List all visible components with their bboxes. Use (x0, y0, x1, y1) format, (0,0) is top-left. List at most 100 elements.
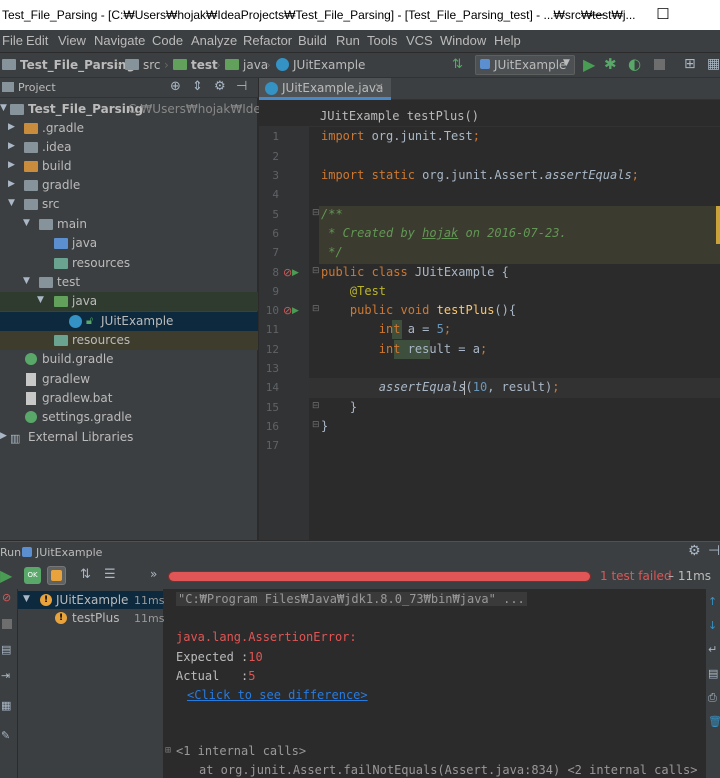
tree-item-gradle[interactable]: ▶ gradle (0, 176, 258, 195)
fold-icon[interactable]: ⊟ (312, 266, 320, 276)
tree-item-settings-gradle[interactable]: settings.gradle (0, 408, 258, 427)
tab-junitexample[interactable]: JUitExample.java × (259, 78, 391, 100)
tree-item-gradlew-bat[interactable]: gradlew.bat (0, 389, 258, 408)
test-failed-icon[interactable]: ⊘ (283, 266, 292, 279)
run-icon[interactable]: ▶ (583, 55, 595, 74)
console-actual: Actual :5 (176, 669, 256, 683)
debug-icon[interactable]: ✱ (604, 55, 617, 73)
sort-duration-icon[interactable]: ☰ (104, 567, 116, 582)
exit-icon[interactable]: ⇥ (1, 669, 10, 682)
show-passed-icon[interactable]: OK (24, 567, 41, 584)
layout-icon[interactable]: ▤ (1, 643, 11, 656)
test-suite-row[interactable]: ▼ ! JUitExample 11ms (18, 591, 164, 609)
menu-tools[interactable]: Tools (367, 33, 397, 48)
tree-item-main[interactable]: ▼ main (0, 215, 258, 234)
menu-code[interactable]: Code (152, 33, 183, 48)
test-failed-icon[interactable]: ⊘ (283, 304, 292, 317)
test-folder-icon (54, 296, 68, 307)
divider (259, 126, 720, 127)
trash-icon[interactable]: 🗑︎ (708, 715, 720, 728)
tree-item-src[interactable]: ▼ src (0, 195, 258, 214)
show-ignored-button[interactable] (47, 566, 66, 585)
up-arrow-icon[interactable]: ↑ (708, 595, 717, 608)
wrap-icon[interactable]: ↵ (708, 643, 717, 656)
run-config-tab[interactable]: JUitExample (36, 546, 102, 559)
console-output[interactable]: "C:₩Program Files₩Java₩jdk1.8.0_73₩bin₩j… (165, 589, 706, 778)
more-icon[interactable]: » (150, 567, 157, 581)
print-icon[interactable]: ⎙ (708, 691, 717, 705)
pin-icon[interactable]: ✎ (1, 729, 10, 742)
run-gutter-icon[interactable]: ▶ (292, 306, 299, 316)
test-failed-icon[interactable]: ⊘ (2, 591, 11, 604)
scroll-end-icon[interactable]: ▤ (708, 667, 718, 680)
test-case-row[interactable]: ! testPlus 11ms (18, 609, 164, 627)
tree-item-test-resources[interactable]: resources (0, 331, 258, 350)
maximize-button[interactable]: ☐ (640, 0, 686, 30)
minimize-button[interactable]: — (574, 0, 620, 30)
window-titlebar: Test_File_Parsing - [C:₩Users₩hojak₩Idea… (0, 0, 720, 30)
folder-icon (24, 123, 38, 134)
fold-icon[interactable]: ⊞ (165, 745, 171, 756)
fold-icon[interactable]: ⊟ (312, 420, 320, 430)
fold-icon[interactable]: ⊟ (312, 304, 320, 314)
click-to-see-difference-link[interactable]: <Click to see difference> (187, 688, 368, 702)
stop-icon[interactable] (2, 619, 12, 629)
menu-view[interactable]: View (58, 33, 86, 48)
close-icon[interactable]: × (374, 80, 384, 94)
lock-icon: 🔓︎ (86, 314, 94, 327)
stop-icon[interactable] (654, 59, 665, 70)
test-results-tree: ▼ ! JUitExample 11ms ! testPlus 11ms (18, 589, 164, 778)
console-internal-calls[interactable]: <1 internal calls> (176, 744, 306, 758)
sdk-icon[interactable]: ▦ (707, 56, 720, 72)
menu-vcs[interactable]: VCS (406, 33, 433, 48)
tree-item-gradle-dir[interactable]: ▶ .gradle (0, 119, 258, 138)
menu-file[interactable]: File (2, 33, 23, 48)
run-gutter-icon[interactable]: ▶ (292, 268, 299, 278)
hide-icon[interactable]: ⊣ (236, 79, 247, 94)
menu-help[interactable]: Help (494, 33, 521, 48)
tree-item-test[interactable]: ▼ test (0, 273, 258, 292)
project-structure-icon[interactable]: ⊞ (684, 56, 696, 72)
tree-item-main-resources[interactable]: resources (0, 254, 258, 273)
breadcrumb-class[interactable]: JUitExample (276, 58, 365, 72)
line-number: 7 (272, 246, 279, 259)
editor-tab-bar: JUitExample.java × (259, 78, 720, 100)
tree-root[interactable]: ▼ Test_File_Parsing C:₩Users₩hojak₩IdeaP… (0, 100, 287, 119)
console-error: java.lang.AssertionError: (176, 630, 357, 644)
coverage-icon[interactable]: ◐ (628, 55, 641, 73)
run-config-select[interactable]: JUitExample ▼ (475, 55, 575, 75)
tree-item-external-libraries[interactable]: ▶ ▥ External Libraries (0, 428, 258, 447)
tree-item-build[interactable]: ▶ build (0, 157, 258, 176)
menu-navigate[interactable]: Navigate (94, 33, 145, 48)
breadcrumb-test[interactable]: test (173, 58, 218, 72)
collapse-icon[interactable]: ⇕ (192, 79, 203, 94)
rerun-icon[interactable]: ▶ (0, 566, 12, 585)
run-panel-title: Run (0, 546, 22, 559)
build-arrow-icon[interactable]: ⇅ (452, 57, 463, 72)
breadcrumb-java[interactable]: java (225, 58, 268, 72)
breadcrumb-src[interactable]: src (125, 58, 161, 72)
menu-refactor[interactable]: Refactor (243, 33, 292, 48)
export-icon[interactable]: ▦ (1, 699, 11, 712)
tree-item-build-gradle[interactable]: build.gradle (0, 350, 258, 369)
tree-item-idea[interactable]: ▶ .idea (0, 138, 258, 157)
menu-analyze[interactable]: Analyze (191, 33, 237, 48)
hide-icon[interactable]: ⊣ (708, 543, 720, 559)
menu-run[interactable]: Run (336, 33, 360, 48)
menu-window[interactable]: Window (440, 33, 486, 48)
tree-item-junitexample[interactable]: 🔓︎ JUitExample (0, 312, 258, 331)
menu-edit[interactable]: Edit (26, 33, 48, 48)
menu-build[interactable]: Build (298, 33, 327, 48)
fold-icon[interactable]: ⊟ (312, 208, 320, 218)
tree-item-test-java[interactable]: ▼ java (0, 292, 258, 311)
down-arrow-icon[interactable]: ↓ (708, 619, 717, 632)
gear-icon[interactable]: ⚙ (214, 79, 226, 94)
target-icon[interactable]: ⊕ (170, 79, 181, 94)
gear-icon[interactable]: ⚙ (688, 543, 701, 559)
tree-item-gradlew[interactable]: gradlew (0, 370, 258, 389)
fold-icon[interactable]: ⊟ (312, 401, 320, 411)
sort-alpha-icon[interactable]: ⇅ (80, 567, 91, 582)
line-number: 2 (272, 150, 279, 163)
tree-item-main-java[interactable]: java (0, 234, 258, 253)
window-title: Test_File_Parsing - [C:₩Users₩hojak₩Idea… (2, 8, 636, 22)
